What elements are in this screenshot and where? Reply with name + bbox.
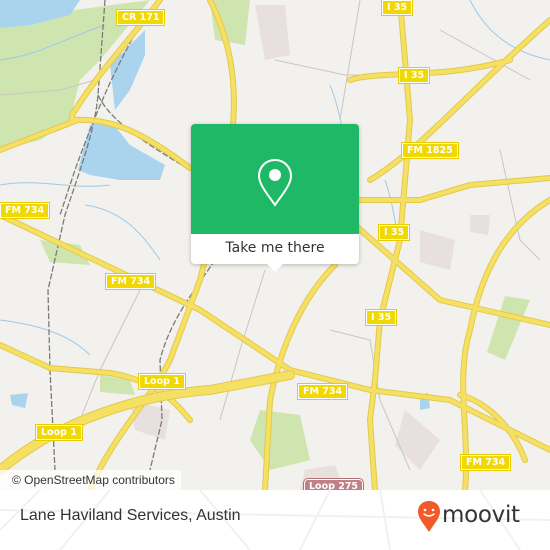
moovit-wordmark: moovit <box>442 502 520 528</box>
urban-area <box>470 215 490 235</box>
map-attribution[interactable]: © OpenStreetMap contributors <box>0 470 181 490</box>
road-label-fm1825: FM 1825 <box>401 142 459 159</box>
road-label-i35: I 35 <box>397 67 431 84</box>
road-label-loop275: Loop 275 <box>302 478 365 490</box>
road-label-fm734: FM 734 <box>104 273 157 290</box>
road-fm1825 <box>353 176 550 202</box>
popup-pointer <box>266 263 284 272</box>
road-label-i35: I 35 <box>364 309 398 326</box>
road-label-cr171: CR 171 <box>115 9 166 26</box>
urban-area <box>255 5 290 60</box>
road-label-loop1: Loop 1 <box>35 424 83 441</box>
road-label-fm734: FM 734 <box>0 202 51 219</box>
road-label-loop1: Loop 1 <box>138 373 186 390</box>
road-label-fm734: FM 734 <box>459 454 512 471</box>
minor-road <box>219 269 266 421</box>
road-southeast <box>458 393 527 462</box>
place-name: Lane Haviland Services, Austin <box>20 507 241 524</box>
footer-bar: Lane Haviland Services, Austin moovit <box>0 490 550 550</box>
stream <box>84 204 161 261</box>
moovit-logo[interactable]: moovit <box>417 500 537 536</box>
road-label-i35: I 35 <box>377 224 411 241</box>
minor-road <box>339 0 361 121</box>
urban-area <box>420 230 455 270</box>
stream <box>0 182 111 187</box>
urban-area <box>395 410 440 470</box>
road-label-fm734: FM 734 <box>296 383 349 400</box>
park-area <box>487 296 530 360</box>
road-label-i35: I 35 <box>380 0 414 16</box>
popup-header <box>191 124 359 234</box>
map-pin-icon <box>257 158 293 207</box>
park-area <box>250 410 310 470</box>
map-view[interactable]: CR 171 I 35 I 35 FM 1825 FM 734 FM 734 I… <box>0 0 550 490</box>
road-northeast <box>368 18 550 182</box>
take-me-there-button[interactable]: Take me there <box>191 234 359 264</box>
moovit-smiley-pin-icon <box>418 501 440 532</box>
location-popup: Take me there <box>191 124 359 272</box>
pond <box>10 393 28 408</box>
